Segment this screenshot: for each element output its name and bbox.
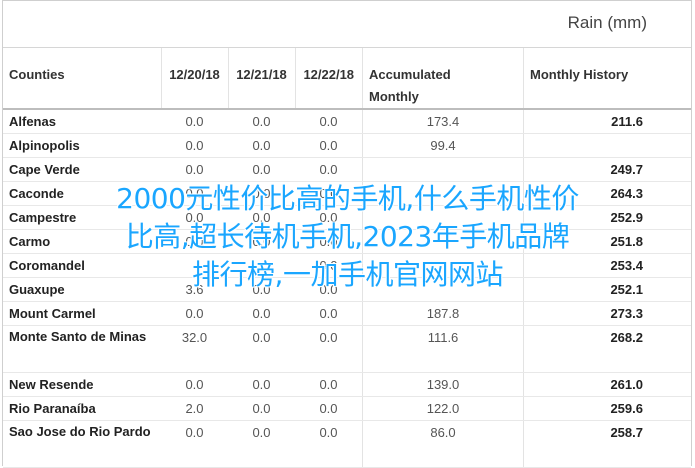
table-header-row: Counties 12/20/18 12/21/18 12/22/18 Accu… <box>3 48 691 110</box>
date-3-cell: 0.0 <box>295 420 363 468</box>
county-cell: Mount Carmel <box>3 301 161 326</box>
promo-overlay-text: 2000元性价比高的手机,什么手机性价 比高,超长待机手机,2023年手机品牌 … <box>0 180 695 294</box>
accumulated-cell <box>362 157 524 182</box>
column-header-history[interactable]: Monthly History <box>523 48 691 110</box>
column-header-counties[interactable]: Counties <box>3 48 161 110</box>
date-2-cell: 0.0 <box>228 133 295 158</box>
column-header-accumulated[interactable]: Accumulated Monthly <box>362 48 524 110</box>
column-header-date-2[interactable]: 12/21/18 <box>227 48 295 110</box>
table-row: Alfenas 0.0 0.0 0.0 173.4 211.6 <box>3 109 691 134</box>
date-3-cell: 0.0 <box>295 133 363 158</box>
table-row: New Resende 0.0 0.0 0.0 139.0 261.0 <box>3 372 691 397</box>
date-2-cell: 0.0 <box>228 109 295 134</box>
overlay-line: 比高,超长待机手机,2023年手机品牌 <box>125 220 570 253</box>
accumulated-cell: 173.4 <box>362 109 524 134</box>
date-2-cell: 0.0 <box>228 325 295 373</box>
accumulated-cell: 111.6 <box>362 325 524 373</box>
county-cell: Alpinopolis <box>3 133 161 158</box>
county-cell: Cape Verde <box>3 157 161 182</box>
date-1-cell: 0.0 <box>161 372 228 397</box>
table-row: Monte Santo de Minas 32.0 0.0 0.0 111.6 268.2 <box>3 325 691 373</box>
accumulated-cell: 139.0 <box>362 372 524 397</box>
county-cell: Alfenas <box>3 109 161 134</box>
accumulated-cell: 122.0 <box>362 396 524 421</box>
history-cell: 258.7 <box>523 420 691 468</box>
date-3-cell: 0.0 <box>295 372 363 397</box>
table-title: Rain (mm) <box>567 13 647 32</box>
table-row: Rio Paranaíba 2.0 0.0 0.0 122.0 259.6 <box>3 396 691 421</box>
date-1-cell: 0.0 <box>161 109 228 134</box>
accumulated-cell: 99.4 <box>362 133 524 158</box>
overlay-line: 排行榜,一加手机官网网站 <box>192 258 503 291</box>
table-title-bar: Rain (mm) <box>3 1 691 48</box>
history-cell: 249.7 <box>523 157 691 182</box>
date-2-cell: 0.0 <box>228 420 295 468</box>
history-cell: 273.3 <box>523 301 691 326</box>
date-2-cell: 0.0 <box>228 372 295 397</box>
date-2-cell: 0.0 <box>228 157 295 182</box>
history-cell: 261.0 <box>523 372 691 397</box>
history-cell: 259.6 <box>523 396 691 421</box>
date-3-cell: 0.0 <box>295 301 363 326</box>
table-row: Cape Verde 0.0 0.0 0.0 249.7 <box>3 157 691 182</box>
county-cell: New Resende <box>3 372 161 397</box>
date-1-cell: 2.0 <box>161 396 228 421</box>
date-3-cell: 0.0 <box>295 157 363 182</box>
date-2-cell: 0.0 <box>228 301 295 326</box>
date-3-cell: 0.0 <box>295 109 363 134</box>
county-cell: Rio Paranaíba <box>3 396 161 421</box>
history-cell: 268.2 <box>523 325 691 373</box>
date-3-cell: 0.0 <box>295 325 363 373</box>
table-row: Mount Carmel 0.0 0.0 0.0 187.8 273.3 <box>3 301 691 326</box>
county-cell: Sao Jose do Rio Pardo <box>3 420 161 468</box>
date-3-cell: 0.0 <box>295 396 363 421</box>
date-1-cell: 0.0 <box>161 133 228 158</box>
history-cell <box>523 133 691 158</box>
history-cell: 211.6 <box>523 109 691 134</box>
county-cell: Monte Santo de Minas <box>3 325 161 373</box>
accumulated-cell: 86.0 <box>362 420 524 468</box>
table-row: Sao Jose do Rio Pardo 0.0 0.0 0.0 86.0 258.7 <box>3 420 691 468</box>
date-2-cell: 0.0 <box>228 396 295 421</box>
column-header-date-1[interactable]: 12/20/18 <box>160 48 228 110</box>
date-1-cell: 0.0 <box>161 301 228 326</box>
date-1-cell: 0.0 <box>161 420 228 468</box>
table-row: Alpinopolis 0.0 0.0 0.0 99.4 <box>3 133 691 158</box>
accumulated-cell: 187.8 <box>362 301 524 326</box>
date-1-cell: 0.0 <box>161 157 228 182</box>
column-header-date-3[interactable]: 12/22/18 <box>294 48 363 110</box>
overlay-line: 2000元性价比高的手机,什么手机性价 <box>116 182 579 215</box>
date-1-cell: 32.0 <box>161 325 228 373</box>
